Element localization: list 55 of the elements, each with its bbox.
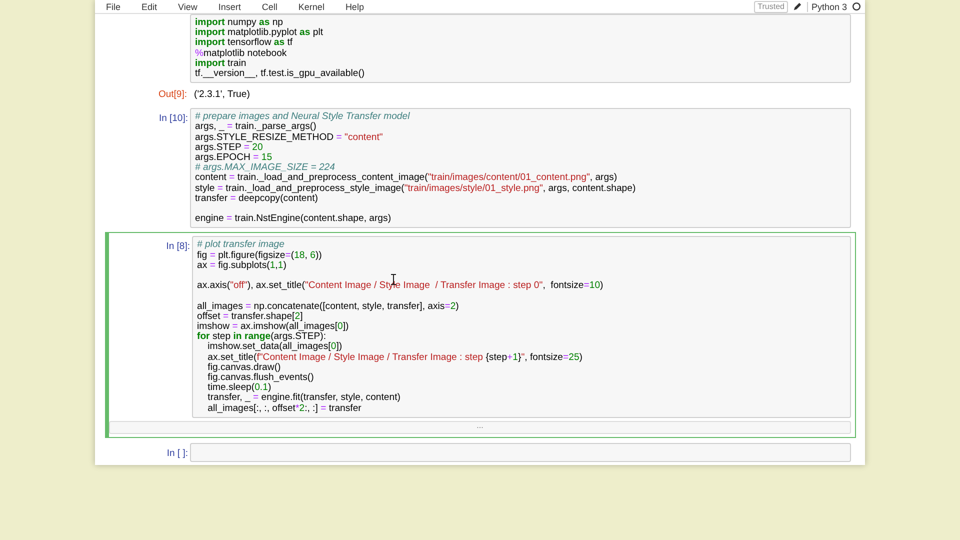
collapsed-output-bar[interactable]: ...	[109, 420, 851, 434]
code-cell[interactable]	[105, 232, 856, 438]
code-line: # plot transfer image	[197, 240, 284, 251]
menu-item[interactable]: File	[106, 2, 121, 12]
code-cell[interactable]: import numpy as np import matplotlib.pyplot as plt import tensorflow as tf %matplotlib notebook import train tf.__version__, tf.test.is_gpu_available()	[105, 10, 856, 88]
code-line: ax.set_title(f"Content Image / Style Image / Transfer Image : step {step+1}", fontsize=25)	[206, 352, 582, 363]
code-line: imshow = ax.imshow(all_images[0])	[197, 322, 349, 332]
output-text: ('2.3.1', True)	[193, 88, 250, 102]
code-input[interactable]: import numpy as np import matplotlib.pyplot as plt import tensorflow as tf %matplotlib notebook import train tf.__version__, tf.test.is_gpu_available()	[190, 14, 851, 84]
pencil-icon[interactable]	[793, 2, 802, 11]
menu-item[interactable]: Cell	[262, 2, 278, 12]
code-line: args.STEP = 20	[195, 142, 263, 153]
code-line: tf.__version__, tf.test.is_gpu_available()	[195, 69, 365, 80]
code-line: transfer, _ = engine.fit(transfer, style, content)	[206, 393, 400, 404]
code-input[interactable]	[190, 108, 851, 228]
kernel-name[interactable]: Python 3	[807, 2, 847, 12]
code-line: for step in range(args.STEP):	[197, 332, 326, 342]
code-line: all_images[:, :, offset*2:, :] = transfer	[206, 404, 362, 414]
code-line: fig.canvas.draw()	[206, 362, 281, 373]
code-line: import tensorflow as tf	[195, 38, 293, 49]
output-prompt: Out[9]:	[157, 88, 188, 102]
input-prompt: In [10]:	[158, 113, 188, 124]
menu-item[interactable]: Help	[345, 2, 364, 12]
code-input[interactable]	[192, 236, 851, 418]
menu-item[interactable]: View	[178, 2, 198, 12]
code-line: transfer = deepcopy(content)	[195, 194, 318, 204]
code-line: style = train._load_and_preprocess_style_image("train/images/style/01_style.png", args, content.shape)	[195, 184, 636, 194]
input-prompt: In [ ]:	[166, 448, 188, 459]
code-line: offset = transfer.shape[2]	[197, 312, 303, 322]
code-line: fig = plt.figure(figsize=(18, 6))	[197, 250, 322, 261]
code-line: args.STYLE_RESIZE_METHOD = "content"	[195, 132, 383, 143]
menu-item[interactable]: Kernel	[298, 2, 324, 12]
code-line: import matplotlib.pyplot as plt	[195, 28, 323, 38]
code-line: imshow.set_data(all_images[0])	[206, 342, 342, 353]
code-input[interactable]	[190, 442, 851, 462]
code-line: import train	[195, 58, 246, 69]
code-line: fig.canvas.flush_events()	[206, 373, 314, 384]
menu-item[interactable]: Edit	[142, 2, 158, 12]
trusted-badge[interactable]: Trusted	[754, 0, 788, 12]
menu-item[interactable]: Insert	[218, 2, 241, 12]
code-cell[interactable]: In [ ]:	[105, 438, 856, 466]
code-line: ax.axis("off"), ax.set_title("Content Image / Style Image / Transfer Image : step 0", fontsize=10)	[197, 281, 604, 292]
code-line: %matplotlib notebook	[195, 48, 287, 59]
code-line: content = train._load_and_preprocess_content_image("train/images/content/01_content.png", args)	[195, 173, 618, 184]
code-line: # args.MAX_IMAGE_SIZE = 224	[195, 163, 335, 174]
code-line: args.EPOCH = 15	[195, 153, 272, 164]
code-line: engine = train.NstEngine(content.shape, args)	[195, 214, 392, 224]
code-line: all_images = np.concatenate([content, style, transfer], axis=2)	[197, 302, 459, 312]
code-line: # prepare images and Neural Style Transfer model	[195, 112, 410, 122]
input-prompt: In [8]:	[166, 241, 190, 252]
code-line: import numpy as np	[195, 18, 284, 28]
code-line: args, _ = train._parse_args()	[195, 122, 316, 133]
code-line: ax = fig.subplots(1,1)	[197, 260, 286, 272]
kernel-idle-icon	[852, 2, 861, 11]
code-line: time.sleep(0.1)	[206, 383, 272, 394]
